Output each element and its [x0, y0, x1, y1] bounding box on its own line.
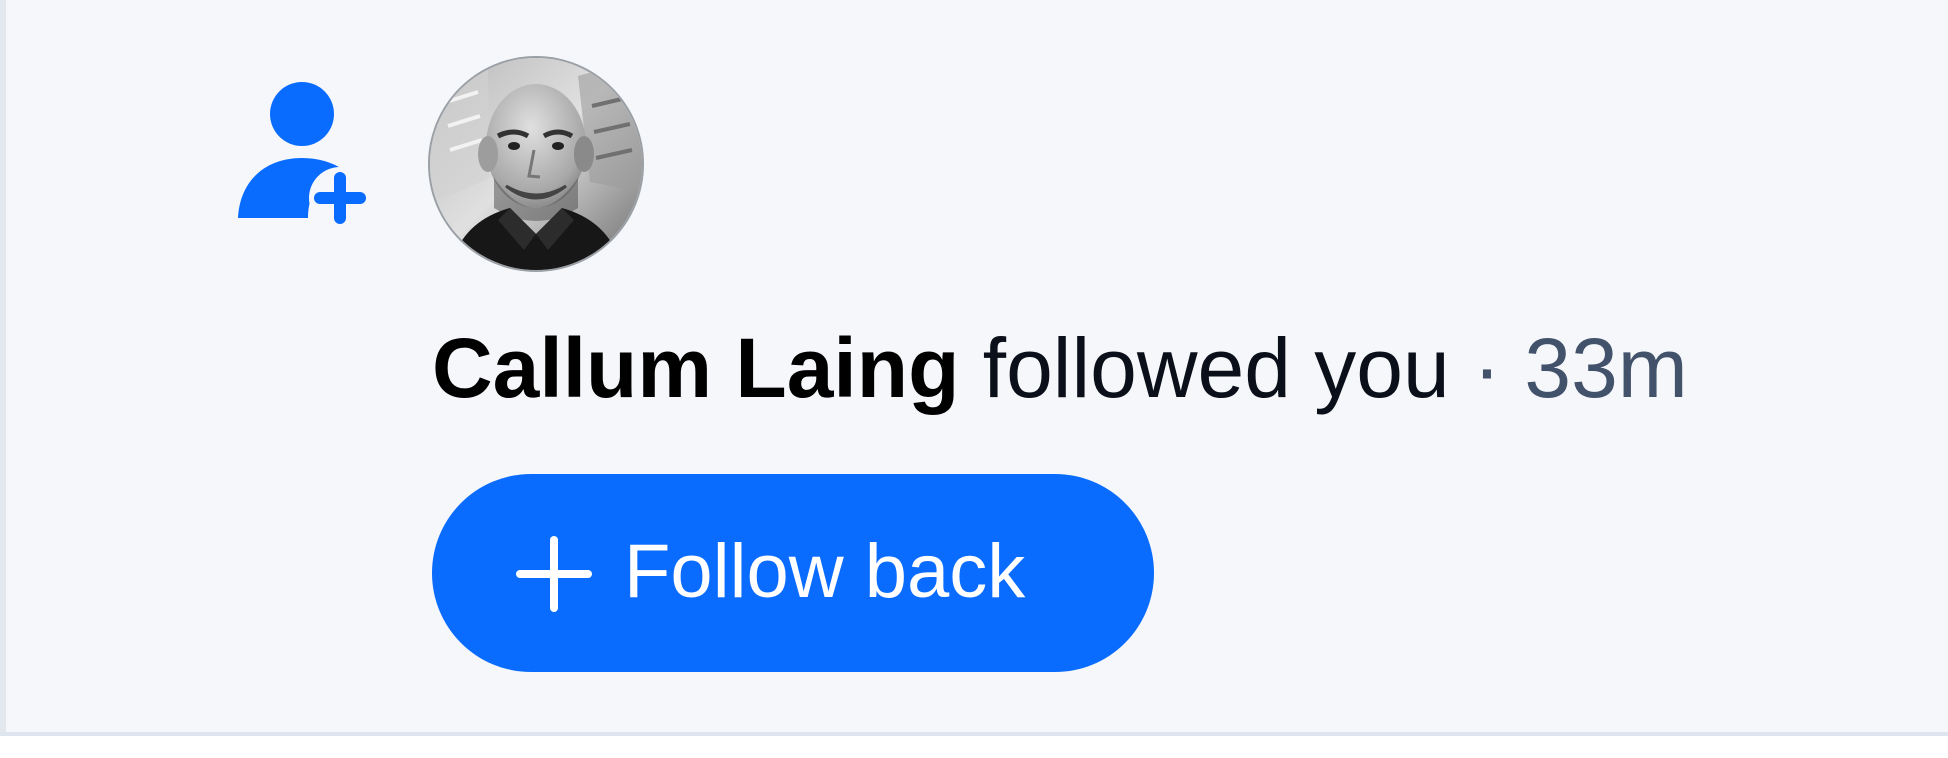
- profile-photo: [430, 58, 642, 270]
- actor-name[interactable]: Callum Laing: [432, 321, 959, 415]
- follow-notification[interactable]: Callum Laing followed you · 33m Follow b…: [6, 0, 1948, 732]
- user-plus-icon: [238, 82, 371, 229]
- notification-message: Callum Laing followed you · 33m: [432, 318, 1688, 418]
- separator-dot: ·: [1473, 321, 1502, 415]
- action-text: followed you: [982, 321, 1450, 415]
- follow-back-button[interactable]: Follow back: [432, 474, 1154, 672]
- next-item-edge: [0, 736, 1948, 758]
- timestamp: 33m: [1524, 321, 1688, 415]
- follow-back-label: Follow back: [624, 529, 1026, 614]
- avatar[interactable]: [430, 58, 642, 270]
- plus-icon: [516, 536, 592, 612]
